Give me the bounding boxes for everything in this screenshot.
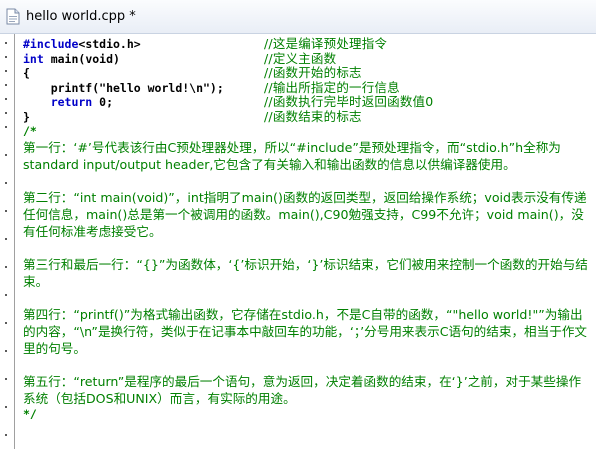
gutter-marker bbox=[5, 378, 7, 380]
gutter-divider bbox=[14, 34, 15, 449]
gutter-marker bbox=[5, 238, 7, 240]
code-line: { //函数开始的标志 bbox=[23, 65, 591, 81]
gutter-marker bbox=[5, 210, 7, 212]
gutter-marker bbox=[5, 406, 7, 408]
code-editor[interactable]: #include<stdio.h> //这是编译预处理指令 int main(vo… bbox=[23, 37, 591, 447]
comment-paragraph: 第五行：“return”是程序的最后一个语句，意为返回，决定着函数的结束，在‘}… bbox=[23, 373, 582, 406]
gutter-marker bbox=[5, 42, 7, 44]
line-comment: //函数开始的标志 bbox=[264, 65, 362, 80]
gutter-marker bbox=[5, 56, 7, 58]
gutter-marker bbox=[5, 350, 7, 352]
code-text: 0; bbox=[92, 95, 114, 109]
block-comment-open: /* bbox=[23, 124, 37, 138]
code-line: #include<stdio.h> //这是编译预处理指令 bbox=[23, 37, 591, 52]
gutter-marker bbox=[5, 434, 7, 436]
editor-window: hello world.cpp * #include<stdio.h> //这是编… bbox=[0, 0, 596, 449]
line-comment: //定义主函数 bbox=[264, 50, 337, 66]
document-title: hello world.cpp * bbox=[26, 9, 136, 24]
code-text: printf("hello world!\n"); bbox=[23, 80, 224, 95]
comment-paragraph: 第一行：‘#’号代表该行由C预处理器处理，所以“#include”是预处理指令，… bbox=[23, 139, 561, 172]
code-text: } bbox=[23, 109, 30, 124]
comment-paragraph: 第四行：“printf()”为格式输出函数，它存储在stdio.h，不是C自带的… bbox=[23, 306, 588, 356]
keyword: #include bbox=[23, 37, 79, 51]
code-text: main(void) bbox=[43, 51, 120, 66]
block-comment-close: */ bbox=[23, 406, 37, 421]
gutter-marker bbox=[5, 182, 7, 184]
keyword: int bbox=[23, 51, 44, 66]
comment-paragraph: 第三行和最后一行：“{}”为函数体，‘{’标识开始，‘}’标识结束，它们被用来控… bbox=[23, 256, 588, 289]
code-line: printf("hello world!\n"); //输出所指定的一行信息 bbox=[23, 79, 591, 96]
keyword: return bbox=[23, 95, 93, 109]
document-tab[interactable]: hello world.cpp * bbox=[0, 0, 596, 34]
code-line: int main(void) //定义主函数 bbox=[23, 50, 591, 67]
gutter-marker bbox=[5, 70, 7, 72]
gutter-marker bbox=[5, 84, 7, 86]
gutter-marker bbox=[5, 266, 7, 268]
line-comment: //函数执行完毕时返回函数值0 bbox=[264, 94, 434, 109]
gutter-marker bbox=[5, 126, 7, 128]
gutter-marker bbox=[5, 154, 7, 156]
gutter-marker bbox=[5, 322, 7, 324]
line-comment: //函数结束的标志 bbox=[264, 108, 362, 124]
comment-paragraph: 第二行：“int main(void)”，int指明了main()函数的返回类型… bbox=[23, 189, 587, 239]
line-comment: //输出所指定的一行信息 bbox=[264, 79, 400, 95]
code-text: <stdio.h> bbox=[78, 37, 141, 51]
gutter-marker bbox=[5, 294, 7, 296]
gutter-marker bbox=[5, 112, 7, 114]
code-line: return 0; //函数执行完毕时返回函数值0 bbox=[23, 94, 591, 110]
gutter-marker bbox=[5, 98, 7, 100]
line-gutter[interactable] bbox=[0, 34, 14, 449]
code-text: { bbox=[23, 66, 30, 80]
code-line: } //函数结束的标志 bbox=[23, 108, 591, 125]
cpp-file-icon bbox=[6, 8, 20, 25]
line-comment: //这是编译预处理指令 bbox=[264, 37, 388, 51]
